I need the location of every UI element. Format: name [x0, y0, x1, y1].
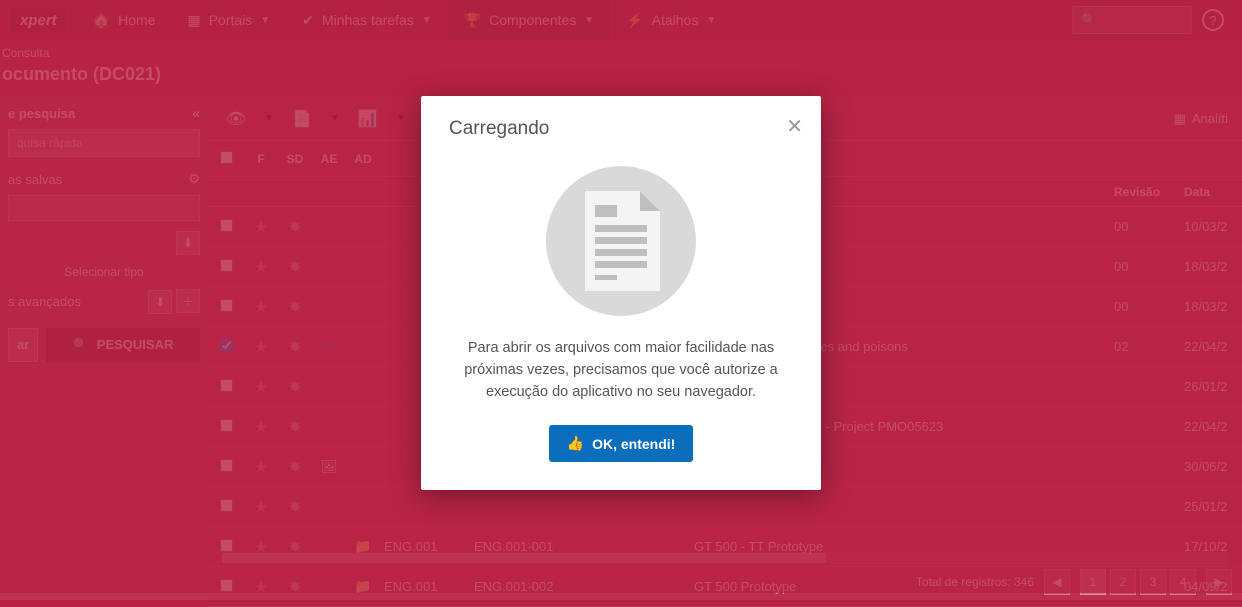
loading-modal: Carregando ✕ Para abrir os arquivos com … — [421, 96, 821, 490]
ok-button[interactable]: 👍 OK, entendi! — [549, 425, 694, 462]
modal-title: Carregando — [449, 118, 793, 140]
modal-container: Carregando ✕ Para abrir os arquivos com … — [0, 0, 1242, 593]
document-icon — [546, 166, 696, 316]
thumbs-up-icon: 👍 — [567, 435, 584, 452]
close-icon[interactable]: ✕ — [786, 114, 803, 139]
modal-body-text: Para abrir os arquivos com maior facilid… — [449, 338, 793, 403]
